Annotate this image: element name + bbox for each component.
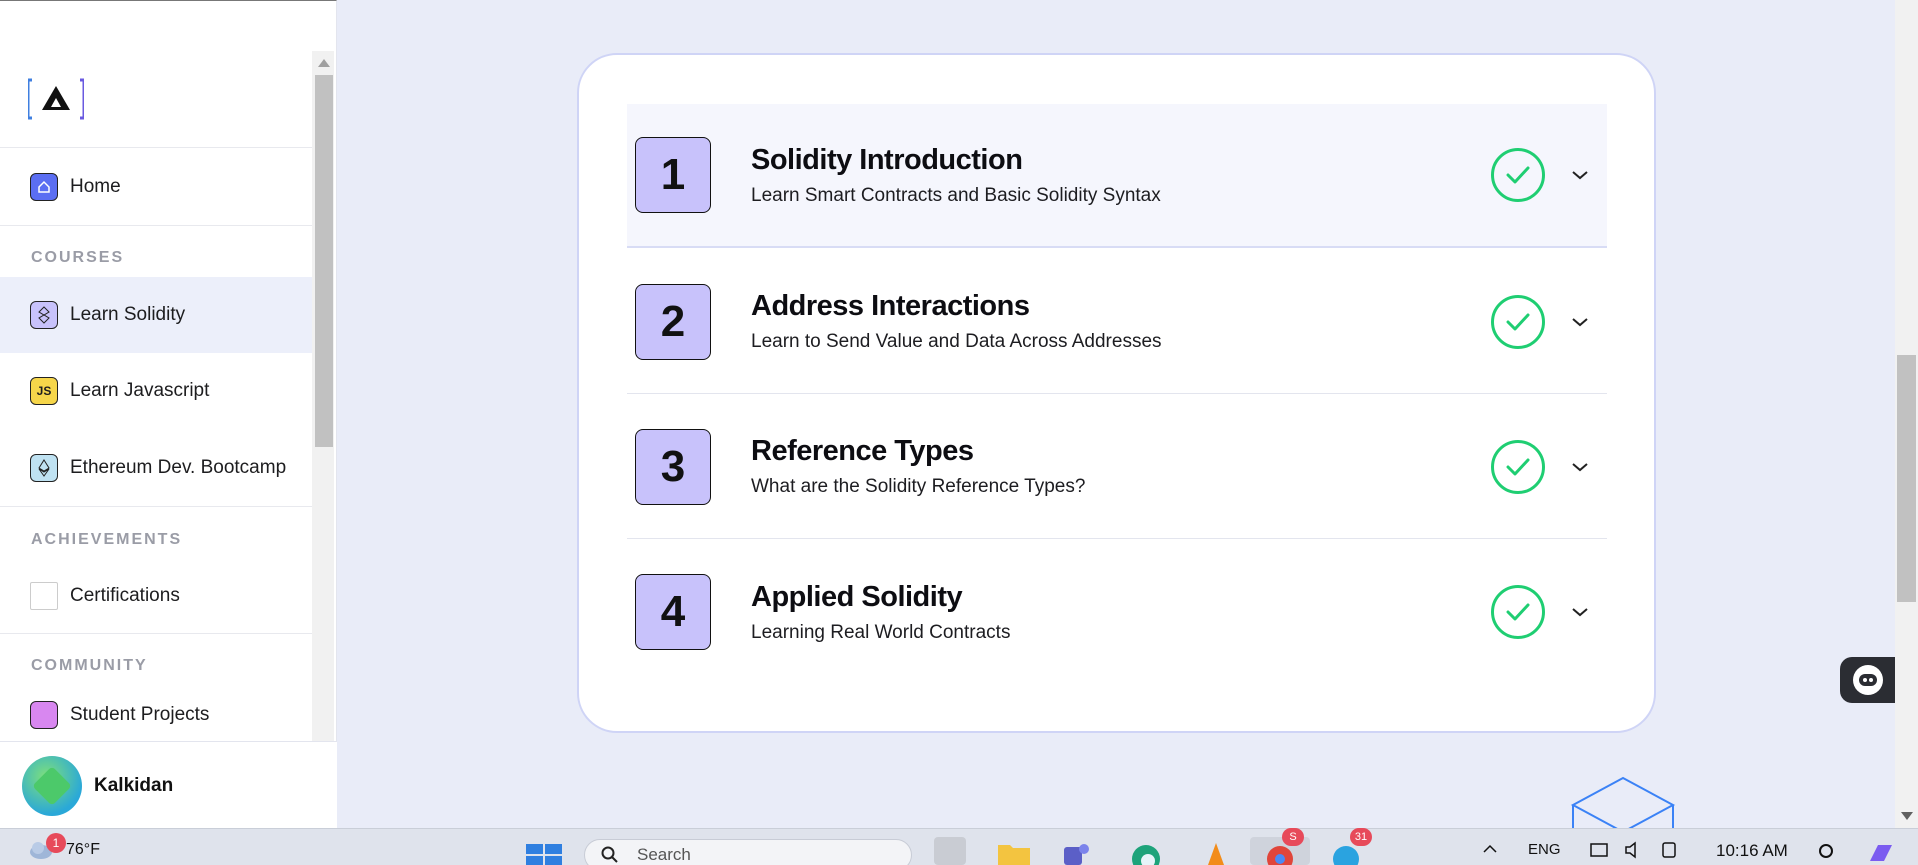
avatar[interactable] [22, 755, 82, 816]
user-profile[interactable]: Kalkidan [0, 741, 337, 829]
chrome-profile-badge: S [1282, 828, 1304, 846]
alchemy-logo[interactable] [26, 78, 86, 120]
settings-gear-icon[interactable] [1816, 841, 1836, 865]
vlc-icon[interactable] [1198, 837, 1234, 865]
module-title: Applied Solidity [751, 580, 963, 613]
check-circle-icon [1491, 294, 1545, 349]
check-circle-icon [1491, 585, 1545, 639]
chevron-down-icon[interactable] [1565, 461, 1595, 473]
module-title: Solidity Introduction [751, 143, 1023, 176]
network-icon[interactable] [1590, 841, 1612, 863]
divider [0, 506, 312, 507]
sidebar-item-label: Student Projects [70, 704, 210, 725]
scroll-down-arrow-icon[interactable] [1901, 812, 1913, 820]
chat-bot-icon [1852, 665, 1883, 695]
chevron-up-icon[interactable] [1482, 841, 1498, 858]
module-list-card: 1 Solidity Introduction Learn Smart Cont… [577, 53, 1656, 733]
main-scrollbar-thumb[interactable] [1897, 355, 1916, 602]
weather-widget[interactable]: 1 76°F [28, 833, 100, 861]
module-row[interactable]: 1 Solidity Introduction Learn Smart Cont… [627, 104, 1607, 248]
sidebar-item-learn-javascript[interactable]: JS Learn Javascript [0, 353, 312, 429]
sidebar-scrollbar-thumb[interactable] [315, 75, 333, 447]
sidebar-item-label: Learn Javascript [70, 380, 210, 401]
copilot-icon[interactable] [1866, 841, 1896, 865]
weather-temp: 76°F [66, 841, 100, 858]
module-row[interactable]: 4 Applied Solidity Learning Real World C… [627, 540, 1607, 684]
module-number: 2 [635, 283, 711, 360]
search-icon [601, 846, 618, 863]
check-circle-icon [1491, 439, 1545, 494]
module-title: Reference Types [751, 435, 974, 467]
module-row[interactable]: 3 Reference Types What are the Solidity … [627, 395, 1607, 539]
section-label-courses: COURSES [31, 249, 125, 266]
chevron-down-icon[interactable] [1565, 606, 1595, 618]
sidebar-item-label: Learn Solidity [70, 304, 186, 325]
home-icon [30, 173, 58, 201]
chevron-down-icon[interactable] [1565, 316, 1595, 328]
windows-start-icon[interactable] [526, 837, 562, 865]
divider [0, 633, 312, 634]
search-placeholder: Search [637, 845, 691, 864]
taskbar-clock[interactable]: 10:16 AM [1716, 841, 1788, 861]
task-view-icon[interactable] [934, 837, 966, 865]
edge-icon[interactable] [1128, 837, 1164, 865]
sidebar-item-home[interactable]: Home [0, 149, 312, 225]
sidebar-item-certifications[interactable]: Certifications [0, 558, 312, 634]
module-number: 4 [635, 574, 711, 650]
module-number: 1 [635, 137, 711, 213]
section-label-achievements: ACHIEVEMENTS [31, 531, 183, 548]
teams-icon[interactable] [1058, 837, 1094, 865]
sidebar: Home COURSES Learn Solidity JS Learn Jav… [0, 0, 337, 829]
sidebar-item-student-projects[interactable]: Student Projects [0, 685, 312, 745]
language-indicator[interactable]: ENG [1528, 841, 1561, 858]
weather-badge: 1 [46, 833, 66, 853]
module-number: 3 [635, 428, 711, 505]
module-row[interactable]: 2 Address Interactions Learn to Send Val… [627, 250, 1607, 394]
sidebar-item-ethereum-bootcamp[interactable]: Ethereum Dev. Bootcamp [0, 430, 312, 506]
sidebar-item-label: Home [70, 176, 121, 197]
main-scrollbar[interactable] [1895, 0, 1918, 828]
sidebar-item-label: Ethereum Dev. Bootcamp [70, 457, 287, 478]
file-explorer-icon[interactable] [996, 837, 1032, 865]
ethereum-icon [30, 454, 58, 482]
folder-icon [30, 701, 58, 729]
module-title: Address Interactions [751, 290, 1030, 322]
module-subtitle: Learn to Send Value and Data Across Addr… [751, 331, 1162, 352]
chevron-down-icon[interactable] [1565, 169, 1595, 181]
solidity-icon [30, 301, 58, 329]
sidebar-item-label: Certifications [70, 585, 180, 606]
telegram-badge: 31 [1350, 828, 1372, 846]
chat-widget-button[interactable] [1840, 657, 1895, 703]
divider [0, 147, 312, 148]
cube-decoration-icon [1568, 775, 1678, 834]
volume-icon[interactable] [1624, 841, 1646, 863]
user-name: Kalkidan [94, 774, 174, 796]
sidebar-item-learn-solidity[interactable]: Learn Solidity [0, 277, 312, 353]
scroll-up-arrow-icon[interactable] [318, 59, 330, 67]
module-subtitle: What are the Solidity Reference Types? [751, 476, 1086, 497]
module-subtitle: Learn Smart Contracts and Basic Solidity… [751, 184, 1161, 206]
divider [0, 225, 312, 226]
module-subtitle: Learning Real World Contracts [751, 621, 1011, 643]
sidebar-scrollbar[interactable] [312, 51, 334, 741]
taskbar-search-input[interactable]: Search [584, 839, 912, 865]
check-circle-icon [1491, 148, 1545, 202]
windows-taskbar: 1 76°F Search S 31 ENG 10:16 AM [0, 828, 1918, 865]
section-label-community: COMMUNITY [31, 657, 148, 674]
javascript-icon: JS [30, 377, 58, 405]
certifications-icon [30, 582, 58, 610]
battery-icon[interactable] [1660, 841, 1682, 863]
